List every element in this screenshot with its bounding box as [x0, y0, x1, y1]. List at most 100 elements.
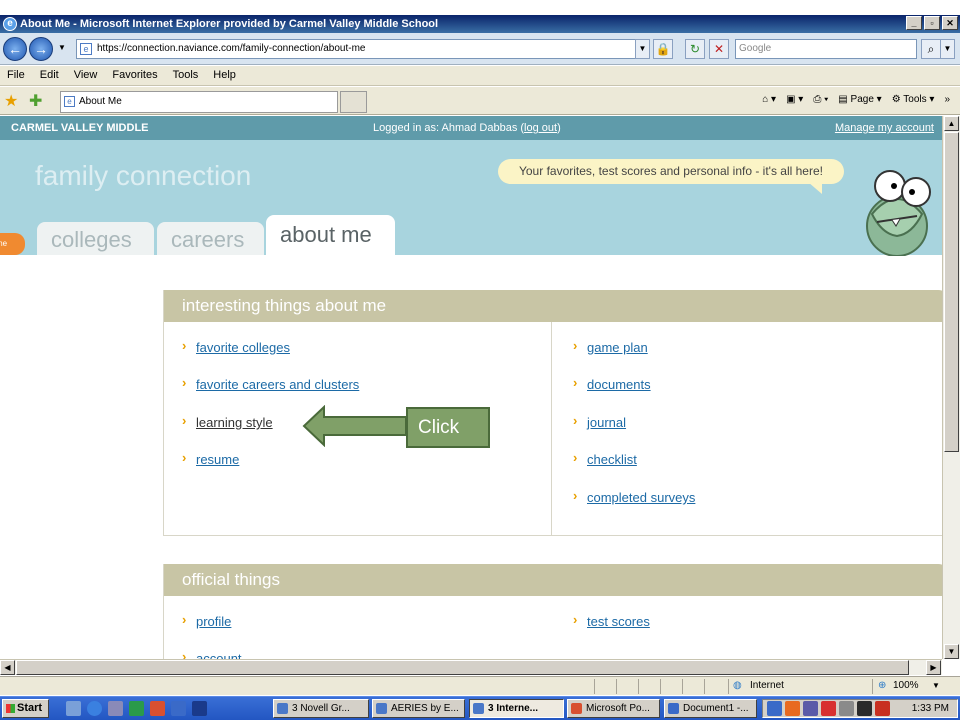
page-icon: e	[80, 43, 92, 55]
search-input[interactable]: Google	[735, 39, 917, 59]
task-document[interactable]: Document1 -...	[664, 699, 757, 718]
scroll-up-icon[interactable]: ▲	[944, 116, 959, 131]
menu-tools[interactable]: Tools	[173, 66, 199, 85]
search-options-icon[interactable]: ▼	[940, 39, 955, 59]
add-favorite-icon[interactable]: ✚	[29, 91, 42, 111]
minimize-button[interactable]: _	[906, 16, 922, 30]
test-scores-link[interactable]: test scores	[587, 614, 650, 629]
chevron-more-icon[interactable]: »	[944, 93, 950, 107]
restore-button[interactable]: ▫	[924, 16, 940, 30]
horizontal-scroll-thumb[interactable]	[16, 660, 909, 675]
menu-edit[interactable]: Edit	[40, 66, 59, 85]
game-plan-link[interactable]: game plan	[587, 340, 648, 355]
address-dropdown-icon[interactable]: ▼	[635, 39, 650, 59]
interesting-panel-title: interesting things about me	[164, 290, 942, 322]
new-tab-button[interactable]	[340, 91, 367, 113]
tray-app-icon[interactable]	[785, 701, 800, 716]
tray-app-icon[interactable]	[803, 701, 818, 716]
scroll-down-icon[interactable]: ▼	[944, 644, 959, 659]
media-quicklaunch-icon[interactable]	[192, 701, 207, 716]
learning-style-link[interactable]: learning style	[196, 415, 273, 430]
top-strip: CARMEL VALLEY MIDDLE Logged in as: Ahmad…	[0, 116, 942, 140]
window-title: About Me - Microsoft Internet Explorer p…	[20, 18, 439, 30]
tray-app-icon[interactable]	[857, 701, 872, 716]
documents-link[interactable]: documents	[587, 377, 651, 392]
task-label: Microsoft Po...	[586, 703, 650, 714]
page-menu[interactable]: ▤ Page ▾	[838, 93, 881, 107]
school-name: CARMEL VALLEY MIDDLE	[11, 122, 149, 134]
completed-surveys-link[interactable]: completed surveys	[587, 490, 695, 505]
tray-app-icon[interactable]	[875, 701, 890, 716]
menu-view[interactable]: View	[74, 66, 98, 85]
browser-tab[interactable]: e About Me	[60, 91, 338, 113]
chevron-right-icon: ›	[182, 375, 187, 390]
zoom-level[interactable]: 100%	[893, 677, 919, 695]
menu-bar: File Edit View Favorites Tools Help	[0, 66, 960, 86]
home-icon[interactable]: ⌂ ▾	[762, 93, 776, 107]
chevron-right-icon: ›	[182, 649, 187, 659]
history-dropdown-icon[interactable]: ▼	[58, 43, 66, 52]
word-quicklaunch-icon[interactable]	[171, 701, 186, 716]
stop-icon[interactable]: ✕	[709, 39, 729, 59]
favorites-star-icon[interactable]: ★	[4, 91, 18, 111]
logged-in-text: Logged in as: Ahmad Dabbas (log out)	[373, 116, 561, 140]
search-icon[interactable]: ⌕	[921, 39, 941, 59]
official-panel-title: official things	[164, 564, 942, 596]
menu-favorites[interactable]: Favorites	[112, 66, 157, 85]
tools-menu[interactable]: ⚙ Tools ▾	[892, 93, 935, 107]
task-internet-explorer[interactable]: 3 Interne...	[469, 699, 564, 718]
resume-link[interactable]: resume	[196, 452, 239, 467]
start-button[interactable]: Start	[2, 699, 49, 718]
scroll-right-icon[interactable]: ▶	[926, 660, 941, 675]
print-icon[interactable]: ⎙ ▾	[813, 93, 828, 107]
app-quicklaunch-icon[interactable]	[108, 701, 123, 716]
tab-home[interactable]: me	[0, 233, 25, 255]
feeds-icon[interactable]: ▣ ▾	[786, 93, 803, 107]
tab-careers[interactable]: careers	[157, 222, 264, 255]
favorite-careers-link[interactable]: favorite careers and clusters	[196, 377, 359, 392]
journal-link[interactable]: journal	[587, 415, 626, 430]
tray-network-icon[interactable]	[767, 701, 782, 716]
excel-quicklaunch-icon[interactable]	[129, 701, 144, 716]
menu-file[interactable]: File	[7, 66, 25, 85]
forward-button[interactable]: →	[29, 37, 53, 61]
tab-colleges[interactable]: colleges	[37, 222, 154, 255]
zoom-dropdown-icon[interactable]: ▼	[932, 677, 940, 695]
horizontal-scrollbar[interactable]: ◀ ▶	[0, 659, 942, 675]
command-bar: ⌂ ▾ ▣ ▾ ⎙ ▾ ▤ Page ▾ ⚙ Tools ▾ »	[762, 93, 950, 107]
task-app-icon	[376, 703, 387, 714]
powerpoint-quicklaunch-icon[interactable]	[150, 701, 165, 716]
status-divider	[616, 679, 617, 694]
vertical-scroll-thumb[interactable]	[944, 132, 959, 452]
profile-link[interactable]: profile	[196, 614, 231, 629]
address-input[interactable]: e https://connection.naviance.com/family…	[76, 39, 650, 59]
checklist-link[interactable]: checklist	[587, 452, 637, 467]
favorite-colleges-link[interactable]: favorite colleges	[196, 340, 290, 355]
menu-help[interactable]: Help	[213, 66, 236, 85]
vertical-scrollbar[interactable]: ▲ ▼	[942, 116, 960, 659]
page-content: CARMEL VALLEY MIDDLE Logged in as: Ahmad…	[0, 116, 942, 659]
account-link[interactable]: account	[196, 651, 242, 659]
task-powerpoint[interactable]: Microsoft Po...	[567, 699, 660, 718]
logout-link[interactable]: log out	[524, 122, 557, 134]
task-label: Document1 -...	[683, 703, 749, 714]
task-aeries[interactable]: AERIES by E...	[372, 699, 465, 718]
tray-app-icon[interactable]	[821, 701, 836, 716]
address-toolbar: ← → ▼ e https://connection.naviance.com/…	[0, 33, 960, 65]
manage-account-link[interactable]: Manage my account	[835, 116, 934, 140]
tab-about-me[interactable]: about me	[266, 215, 395, 255]
ie-quicklaunch-icon[interactable]	[87, 701, 102, 716]
close-window-button[interactable]: ✕	[942, 16, 958, 30]
refresh-icon[interactable]: ↻	[685, 39, 705, 59]
globe-icon: ◍	[733, 680, 742, 691]
back-button[interactable]: ←	[3, 37, 27, 61]
scroll-left-icon[interactable]: ◀	[0, 660, 15, 675]
status-bar: ◍ Internet ⊕ 100% ▼	[0, 676, 960, 695]
chevron-right-icon: ›	[573, 413, 578, 428]
lock-icon[interactable]: 🔒	[653, 39, 673, 59]
task-novell[interactable]: 3 Novell Gr...	[273, 699, 369, 718]
task-app-icon	[473, 703, 484, 714]
zoom-icon[interactable]: ⊕	[878, 677, 886, 695]
show-desktop-icon[interactable]	[66, 701, 81, 716]
tray-app-icon[interactable]	[839, 701, 854, 716]
